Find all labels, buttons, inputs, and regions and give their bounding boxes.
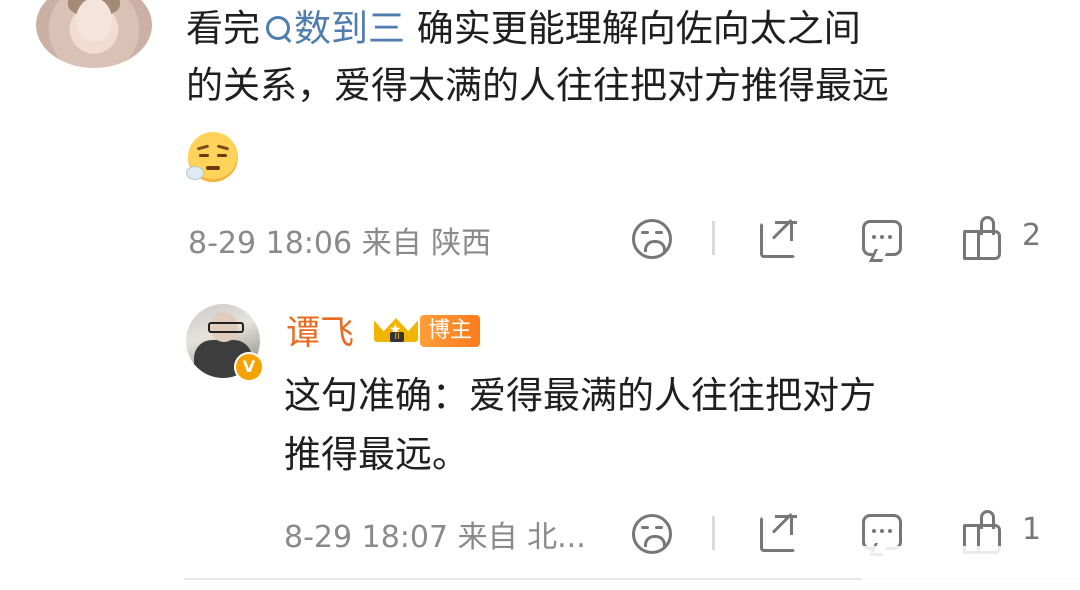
share-icon[interactable]	[760, 513, 797, 552]
comment-icon[interactable]	[862, 514, 902, 556]
share-icon[interactable]	[760, 219, 797, 258]
comment-text-line2: 的关系，爱得太满的人往往把对方推得最远	[186, 64, 889, 107]
level-numeral: II	[390, 332, 404, 342]
comment-icon[interactable]	[862, 220, 902, 262]
crown-level-icon: ★ II	[372, 310, 422, 348]
reply-like-count: 1	[1022, 512, 1042, 547]
blogger-tag: 博主	[420, 315, 481, 347]
sad-face-icon[interactable]	[632, 219, 672, 259]
reply-text-line2: 推得最远。	[284, 433, 469, 476]
reply-text: 这句准确：爱得最满的人往往把对方 推得最远。	[284, 366, 1044, 484]
reply-meta: 8-29 18:07 来自 北...	[284, 520, 586, 555]
topic-link-label: 数到三	[294, 7, 405, 50]
comment-meta: 8-29 18:06 来自 陕西	[188, 226, 492, 261]
like-icon[interactable]	[963, 216, 1003, 260]
search-icon	[264, 13, 292, 43]
comment-text-prefix: 看完	[186, 7, 260, 50]
watermark-overlay	[862, 546, 1080, 582]
topic-link[interactable]: 数到三	[260, 7, 405, 50]
verified-badge-icon: V	[234, 352, 264, 382]
like-icon[interactable]	[963, 510, 1003, 554]
reply-author-name[interactable]: 谭飞	[286, 305, 354, 354]
commenter-avatar[interactable]	[36, 0, 152, 68]
sad-face-icon[interactable]	[632, 514, 672, 554]
comment-text-line1: 确实更能理解向佐向太之间	[405, 7, 861, 50]
reply-text-line1: 这句准确：爱得最满的人往往把对方	[284, 374, 876, 417]
comment-text: 看完 数到三 确实更能理解向佐向太之间 的关系，爱得太满的人往往把对方推得最远	[186, 0, 1066, 114]
like-count: 2	[1022, 218, 1042, 253]
divider-line	[712, 516, 715, 550]
divider-line	[712, 221, 715, 255]
tired-face-emoji	[186, 132, 238, 182]
